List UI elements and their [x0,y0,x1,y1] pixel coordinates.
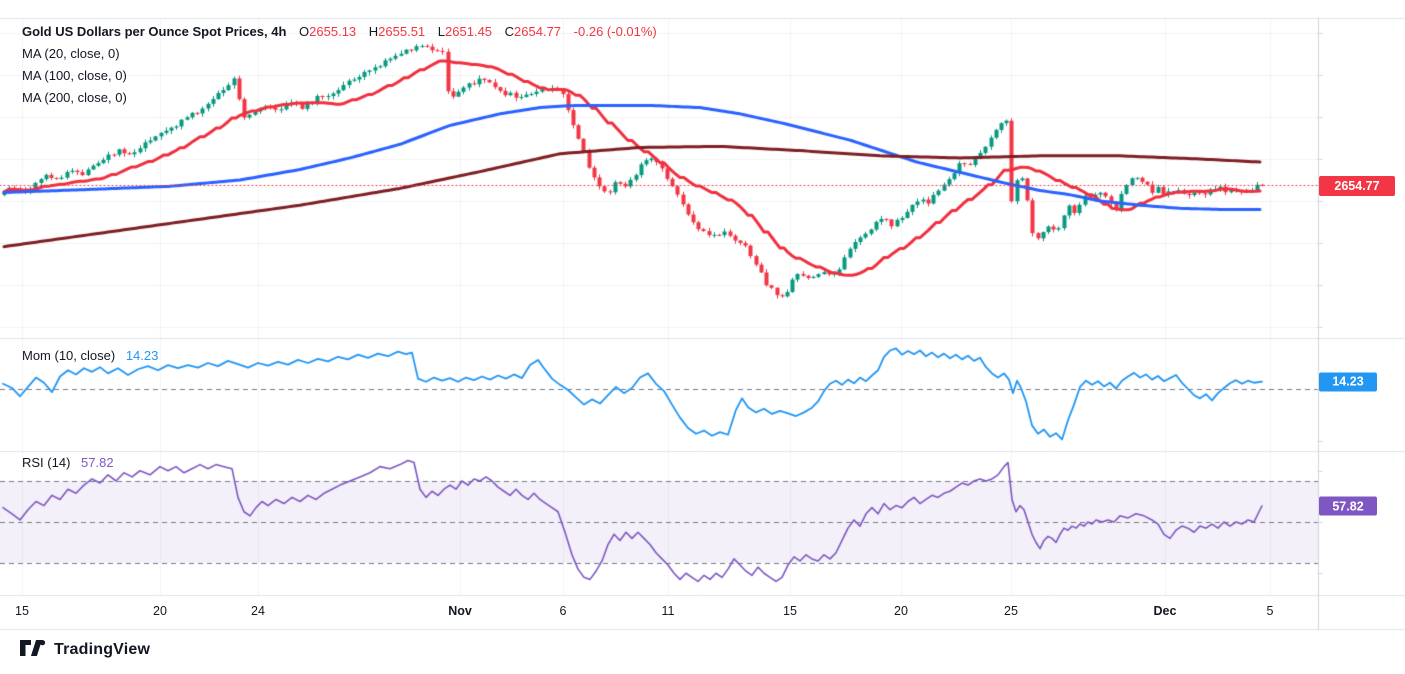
price-change: -0.26 (-0.01%) [574,24,657,39]
time-axis[interactable]: 15 20 24 Nov 6 11 15 20 25 Dec 5 [0,595,1405,629]
time-tick-label: 25 [1004,604,1018,618]
tradingview-logo[interactable]: TradingView [20,640,150,660]
time-tick-label: 5 [1267,604,1274,618]
rsi-label: RSI (14) [22,455,70,470]
ma100-legend-row[interactable]: MA (100, close, 0) [22,68,127,84]
momentum-legend-row[interactable]: Mom (10, close) 14.23 [22,348,158,364]
rsi-legend-row[interactable]: RSI (14) 57.82 [22,455,114,471]
time-tick-label: 11 [662,604,675,618]
rsi-value: 57.82 [81,455,114,470]
time-tick-label: Nov [448,604,472,618]
momentum-value: 14.23 [126,348,159,363]
time-tick-label: 6 [560,604,567,618]
time-tick-label: 24 [251,604,265,618]
momentum-label: Mom (10, close) [22,348,115,363]
time-tick-label: 15 [15,604,29,618]
ma20-label: MA (20, close, 0) [22,46,120,61]
ma20-legend-row[interactable]: MA (20, close, 0) [22,46,120,62]
price-axis[interactable]: 2800.002760.002720.002680.002640.002600.… [1318,18,1405,630]
ohlc-low: L2651.45 [429,24,492,39]
time-tick-label: 20 [153,604,167,618]
symbol-title: Gold US Dollars per Ounce Spot Prices, 4… [22,24,286,39]
ohlc-high: H2655.51 [360,24,425,39]
time-tick-label: 20 [894,604,908,618]
symbol-legend-row[interactable]: Gold US Dollars per Ounce Spot Prices, 4… [22,24,657,40]
tradingview-logo-icon [20,640,46,660]
ma200-label: MA (200, close, 0) [22,90,127,105]
tradingview-chart-window: Gold US Dollars per Ounce Spot Prices, 4… [0,0,1405,674]
ma200-legend-row[interactable]: MA (200, close, 0) [22,90,127,106]
time-tick-label: Dec [1154,604,1177,618]
chart-canvas[interactable] [0,0,1405,674]
tradingview-brand-text: TradingView [54,641,150,659]
time-tick-label: 15 [783,604,797,618]
ohlc-open: O2655.13 [290,24,356,39]
ohlc-close: C2654.77 [496,24,561,39]
ma100-label: MA (100, close, 0) [22,68,127,83]
